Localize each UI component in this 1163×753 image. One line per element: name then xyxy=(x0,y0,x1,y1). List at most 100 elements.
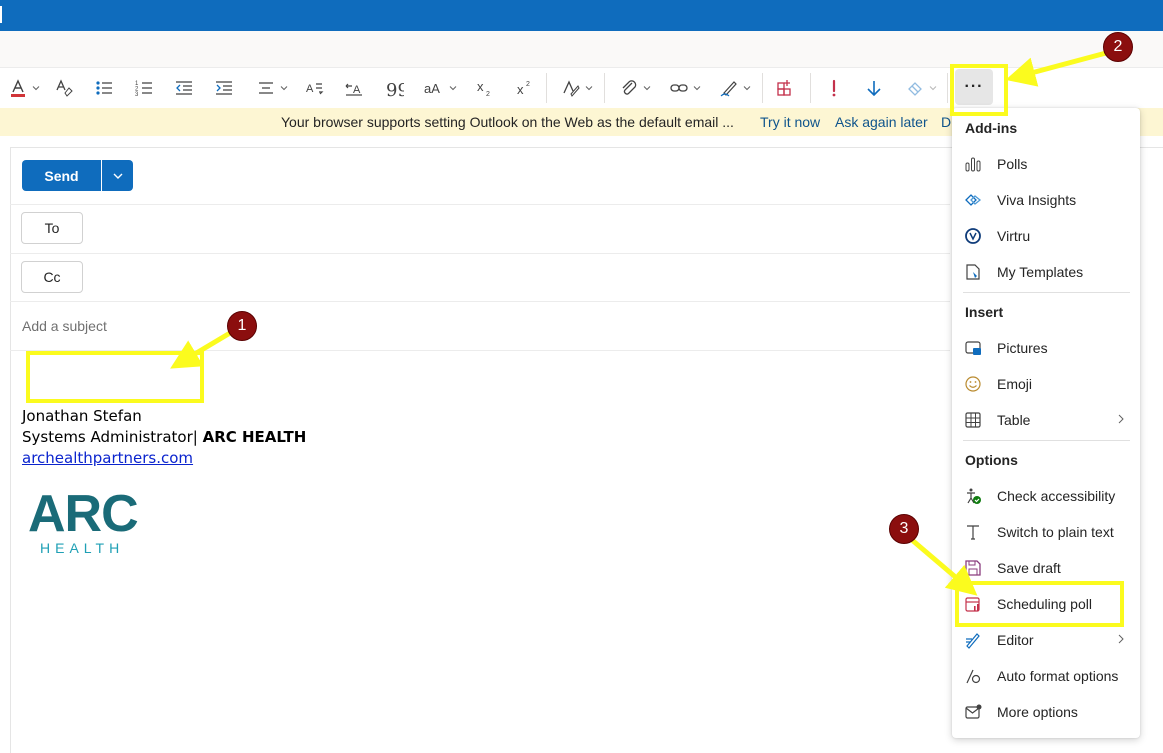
superscript-button[interactable]: x2 xyxy=(510,74,538,102)
styles-button[interactable] xyxy=(556,74,598,102)
menu-item-auto-format[interactable]: Auto format options xyxy=(953,658,1139,694)
send-button[interactable]: Send xyxy=(22,160,101,191)
to-button[interactable]: To xyxy=(21,212,83,244)
chevron-right-icon xyxy=(1118,414,1124,424)
signature-button[interactable] xyxy=(714,74,756,102)
chevron-down-icon xyxy=(643,86,651,91)
polls-icon xyxy=(963,154,983,174)
menu-item-label: My Templates xyxy=(997,264,1084,280)
logo-sub-text: HEALTH xyxy=(40,540,125,556)
editor-icon xyxy=(963,630,983,650)
quote-icon: 99 xyxy=(386,80,404,98)
plain-text-icon xyxy=(963,522,983,542)
step-badge-2: 2 xyxy=(1103,32,1133,62)
chevron-down-icon xyxy=(585,86,593,91)
bullet-list-icon xyxy=(96,81,112,95)
highlight-box-body xyxy=(26,351,204,403)
insert-link-button[interactable] xyxy=(664,74,706,102)
svg-text:2: 2 xyxy=(526,81,530,88)
chevron-down-icon xyxy=(449,86,457,91)
bullets-button[interactable] xyxy=(90,74,118,102)
increase-indent-button[interactable] xyxy=(210,74,238,102)
svg-text:A: A xyxy=(353,84,361,96)
menu-item-check-accessibility[interactable]: Check accessibility xyxy=(953,478,1139,514)
ribbon-separator xyxy=(810,73,811,103)
virtru-icon xyxy=(963,226,983,246)
format-painter-button[interactable] xyxy=(50,74,78,102)
signature-website-link[interactable]: archealthpartners.com xyxy=(22,449,193,467)
ribbon-separator xyxy=(604,73,605,103)
apps-button[interactable] xyxy=(771,74,799,102)
signature-title: Systems Administrator| ARC HEALTH xyxy=(22,428,306,446)
ribbon-separator xyxy=(762,73,763,103)
menu-item-label: Viva Insights xyxy=(997,192,1077,208)
decrease-indent-icon xyxy=(176,81,192,95)
decrease-indent-button[interactable] xyxy=(170,74,198,102)
cc-button[interactable]: Cc xyxy=(21,261,83,293)
menu-item-pictures[interactable]: Pictures xyxy=(953,330,1139,366)
step-badge-1: 1 xyxy=(227,311,257,341)
alignment-button[interactable] xyxy=(252,74,292,102)
chevron-down-icon xyxy=(32,86,40,91)
chevron-down-icon xyxy=(280,86,288,91)
menu-item-polls[interactable]: Polls xyxy=(953,146,1139,182)
rtl-text-button[interactable]: A xyxy=(340,74,368,102)
menu-divider xyxy=(963,440,1130,441)
signature-pen-icon xyxy=(720,81,737,97)
font-color-button[interactable] xyxy=(4,74,44,102)
apps-icon xyxy=(777,80,791,96)
chevron-right-icon xyxy=(1118,634,1124,644)
menu-item-label: Virtru xyxy=(997,228,1031,244)
svg-text:A: A xyxy=(306,83,314,95)
low-importance-button[interactable] xyxy=(860,74,888,102)
signature-role: Systems Administrator| xyxy=(22,428,198,446)
sensitivity-button[interactable] xyxy=(900,74,942,102)
menu-section-options: Options xyxy=(965,452,1018,468)
change-case-button[interactable]: aA xyxy=(420,74,460,102)
emoji-icon xyxy=(963,374,983,394)
chevron-down-icon xyxy=(693,86,701,91)
menu-item-label: Switch to plain text xyxy=(997,524,1114,540)
templates-icon xyxy=(963,262,983,282)
arc-health-logo: ARC HEALTH xyxy=(28,488,158,560)
more-options-icon xyxy=(963,702,983,722)
menu-divider xyxy=(963,292,1130,293)
change-case-icon: aA xyxy=(424,81,440,96)
ask-again-later-link[interactable]: Ask again later xyxy=(835,114,928,130)
menu-item-switch-plain-text[interactable]: Switch to plain text xyxy=(953,514,1139,550)
attach-file-button[interactable] xyxy=(614,74,656,102)
divider xyxy=(10,204,950,205)
dismiss-link-truncated[interactable]: D xyxy=(941,114,951,130)
ribbon-separator xyxy=(546,73,547,103)
menu-item-label: Polls xyxy=(997,156,1028,172)
line-spacing-button[interactable]: A xyxy=(300,74,328,102)
divider xyxy=(10,301,950,302)
menu-item-viva-insights[interactable]: Viva Insights xyxy=(953,182,1139,218)
high-importance-button[interactable] xyxy=(820,74,848,102)
subscript-button[interactable]: x2 xyxy=(470,74,498,102)
paperclip-icon xyxy=(622,80,637,95)
numbering-button[interactable]: 123 xyxy=(130,74,158,102)
svg-text:x: x xyxy=(477,79,484,94)
subject-input[interactable]: Add a subject xyxy=(22,318,107,334)
svg-text:3: 3 xyxy=(135,92,139,98)
menu-item-more-options[interactable]: More options xyxy=(953,694,1139,730)
menu-section-addins: Add-ins xyxy=(965,120,1018,136)
signature-name: Jonathan Stefan xyxy=(22,407,142,425)
menu-item-editor[interactable]: Editor xyxy=(953,622,1139,658)
quote-button[interactable]: 99 xyxy=(380,74,408,102)
highlight-box-scheduling-poll xyxy=(955,581,1124,627)
try-it-now-link[interactable]: Try it now xyxy=(760,114,820,130)
menu-item-my-templates[interactable]: My Templates xyxy=(953,254,1139,290)
menu-item-label: Check accessibility xyxy=(997,488,1116,504)
text-effects-icon xyxy=(56,79,73,97)
menu-item-emoji[interactable]: Emoji xyxy=(953,366,1139,402)
header-edge xyxy=(0,6,2,23)
menu-item-table[interactable]: Table xyxy=(953,402,1139,438)
sensitivity-icon xyxy=(908,82,922,96)
send-options-button[interactable] xyxy=(102,160,133,191)
link-icon xyxy=(670,84,688,92)
logo-main-text: ARC xyxy=(28,485,139,543)
arrow-down-icon xyxy=(867,81,881,97)
menu-item-virtru[interactable]: Virtru xyxy=(953,218,1139,254)
